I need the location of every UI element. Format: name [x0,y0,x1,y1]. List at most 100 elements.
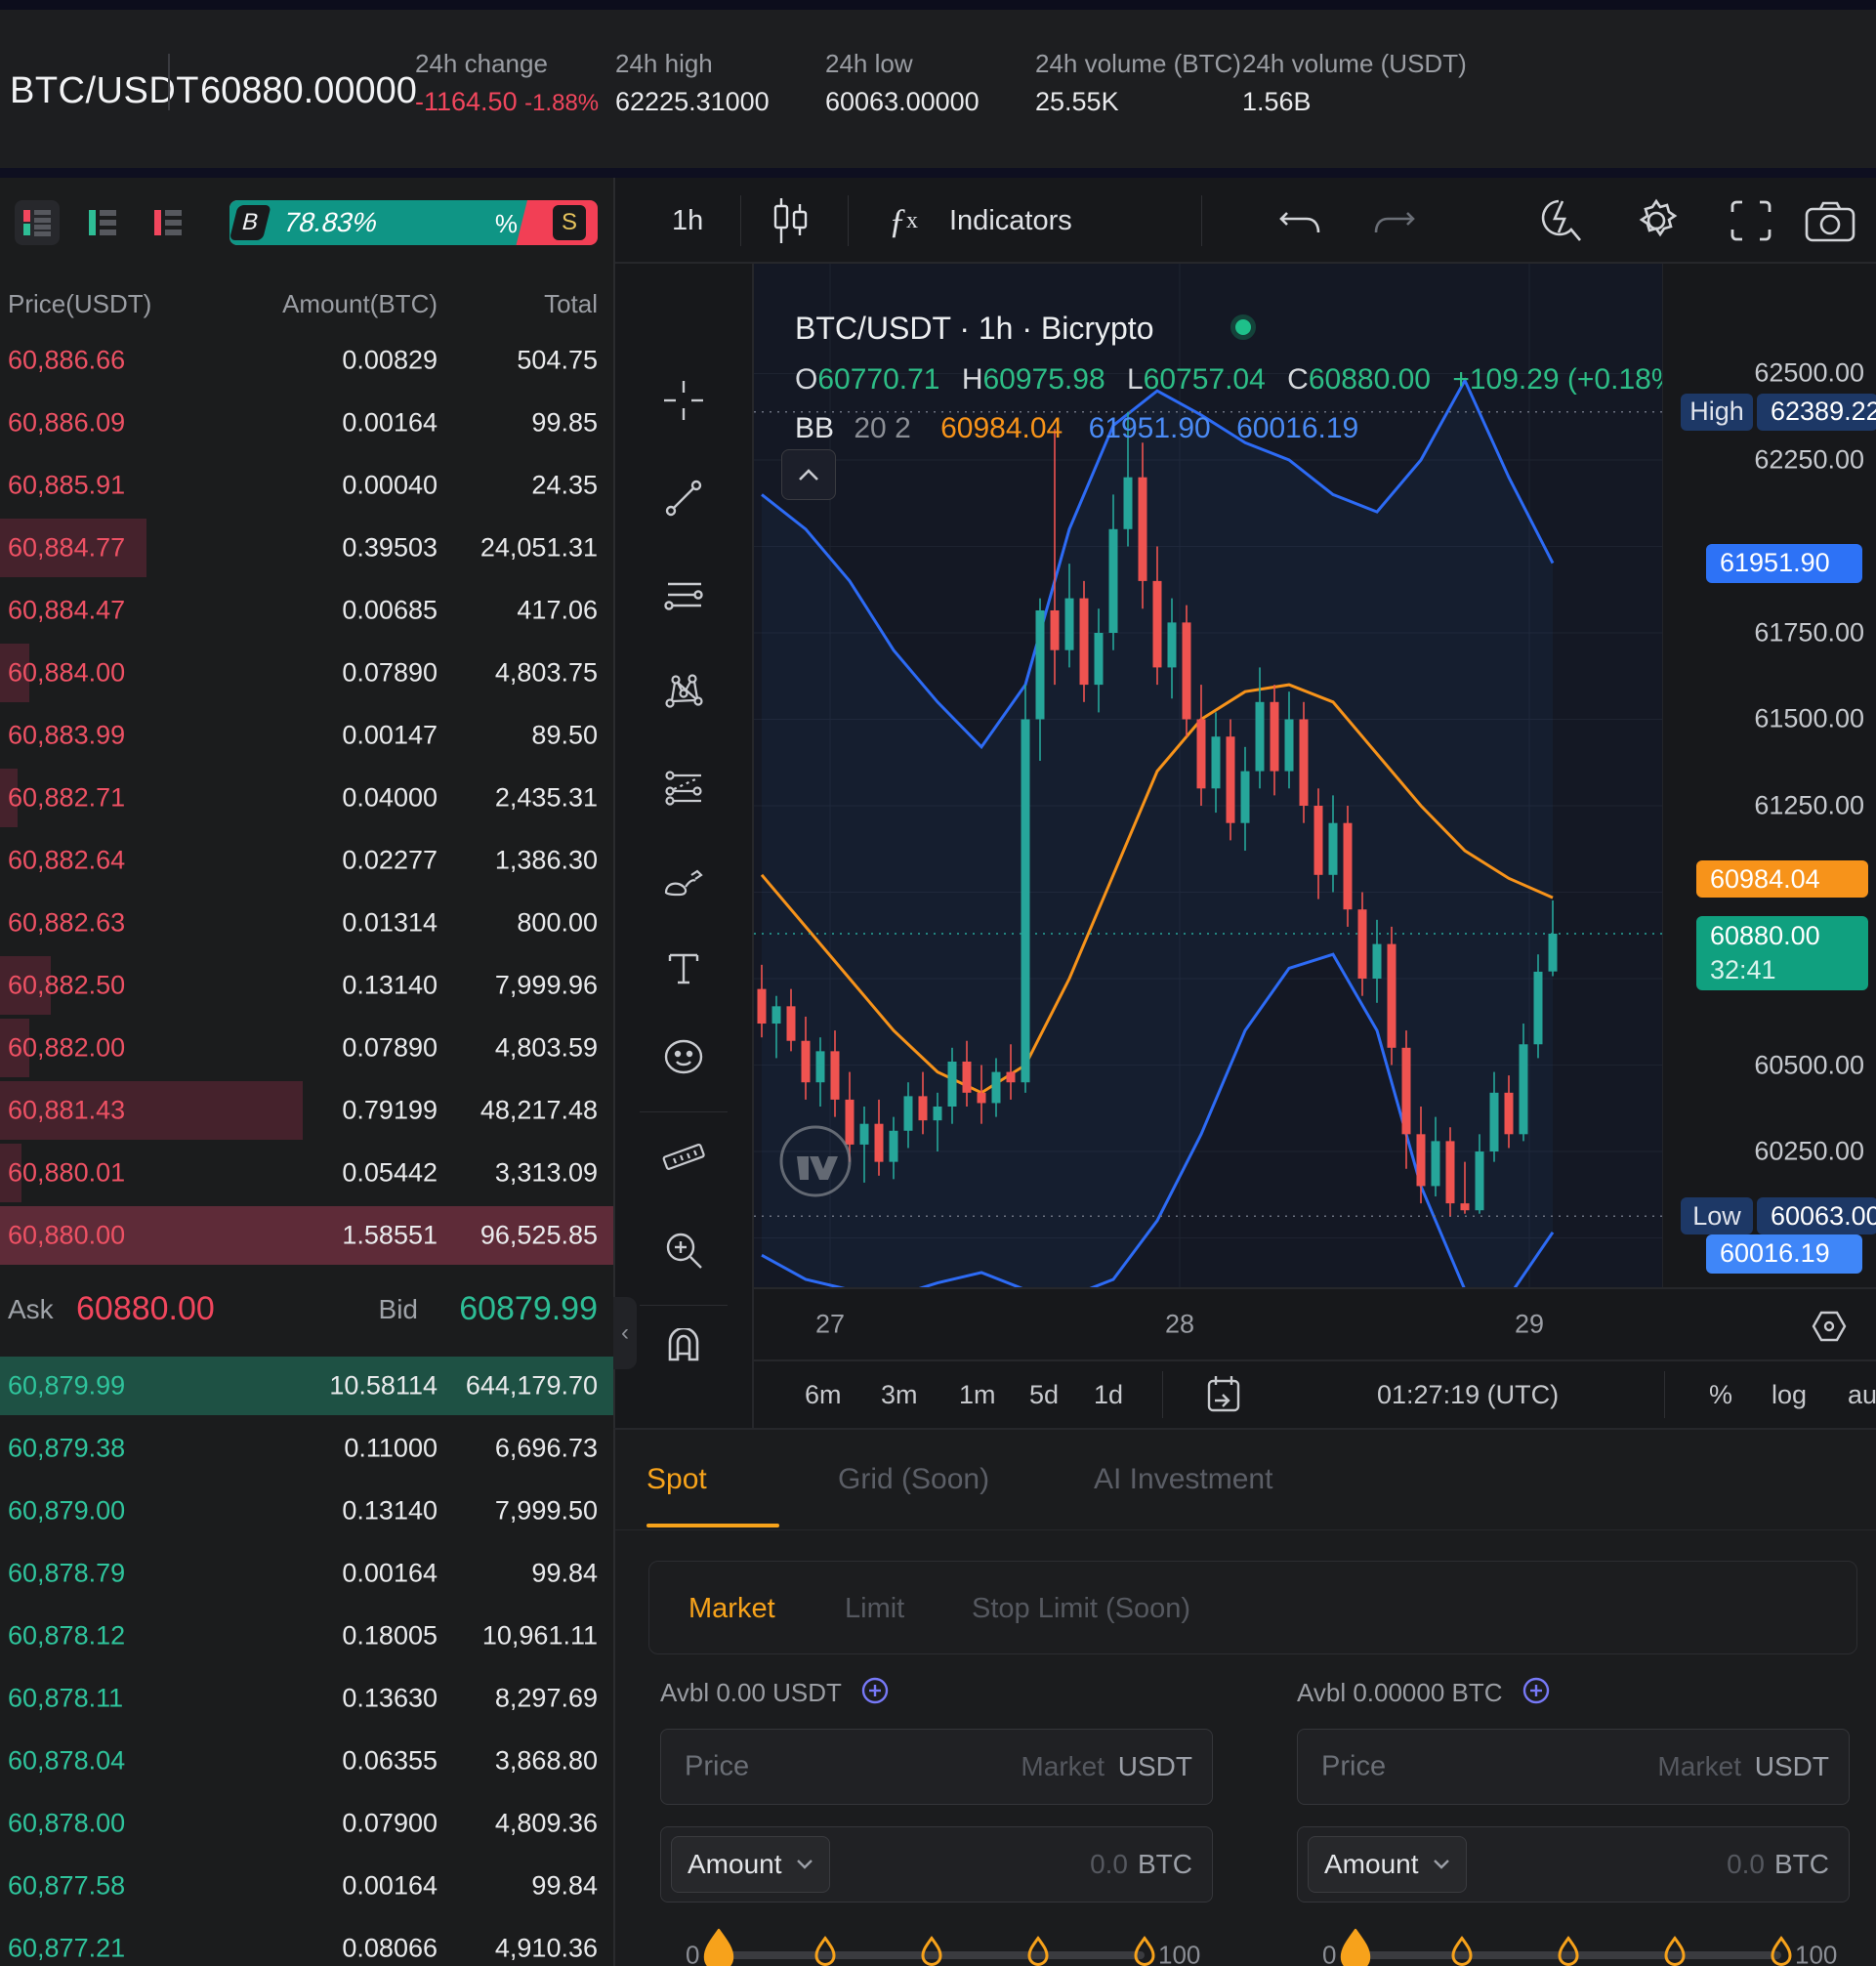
orderbook-bid-row[interactable]: 60,879.380.110006,696.73 [0,1417,613,1480]
orderbook-bid-row[interactable]: 60,877.210.080664,910.36 [0,1917,613,1966]
orderbook-ask-row[interactable]: 60,880.001.5855196,525.85 [0,1204,613,1267]
orderbook-ask-row[interactable]: 60,884.770.3950324,051.31 [0,517,613,579]
indicators-button[interactable]: Indicators [949,178,1072,264]
range-1d[interactable]: 1d [1094,1361,1123,1428]
slider-step-marker[interactable] [813,1937,838,1966]
chart-pane[interactable]: BTC/USDT · 1h · Bicrypto O60770.71 H6097… [754,264,1662,1287]
orderbook-bid-row[interactable]: 60,878.110.136308,297.69 [0,1667,613,1730]
xabcd-pattern-icon[interactable] [662,670,705,713]
collapse-panel-handle[interactable]: ‹ [613,1297,637,1369]
buy-price-field[interactable]: Price Market USDT [660,1729,1213,1805]
text-tool-icon[interactable] [662,947,705,990]
crosshair-icon[interactable] [662,379,705,422]
camera-icon[interactable] [1803,178,1857,264]
log-scale-button[interactable]: log [1772,1361,1807,1428]
slider-step-marker[interactable] [1025,1937,1051,1966]
orderbook-ask-row[interactable]: 60,886.090.0016499.85 [0,392,613,454]
quick-search-icon[interactable] [1535,178,1586,264]
cell-price: 60,878.00 [8,1809,125,1839]
orderbook-view-asks-icon[interactable] [146,200,190,245]
zoom-in-icon[interactable] [662,1229,705,1272]
fullscreen-icon[interactable] [1727,178,1775,264]
orderbook-bid-row[interactable]: 60,878.790.0016499.84 [0,1542,613,1605]
price-axis[interactable]: 62500.0062250.0061750.0061500.0061250.00… [1662,264,1876,1287]
orderbook-ask-row[interactable]: 60,882.000.078904,803.59 [0,1017,613,1079]
orderbook-ask-row[interactable]: 60,882.500.131407,999.96 [0,954,613,1017]
time-axis[interactable]: 272829 [754,1287,1876,1359]
buy-amount-field[interactable]: Amount 0.0 BTC [660,1826,1213,1903]
go-to-date-icon[interactable] [1203,1361,1244,1428]
chart-legend-title[interactable]: BTC/USDT · 1h · Bicrypto [795,311,1153,347]
redo-icon[interactable] [1372,178,1415,264]
orderbook-bid-row[interactable]: 60,878.000.079004,809.36 [0,1792,613,1855]
slider-step-marker[interactable] [1132,1937,1157,1966]
sell-amount-dropdown[interactable]: Amount [1308,1836,1467,1893]
orderbook-view-both-icon[interactable] [15,200,60,245]
ruler-icon[interactable] [662,1135,705,1178]
orderbook-bid-row[interactable]: 60,878.120.1800510,961.11 [0,1605,613,1667]
orderbook-bid-row[interactable]: 60,877.580.0016499.84 [0,1855,613,1917]
slider-step-marker[interactable] [919,1937,944,1966]
deposit-icon[interactable] [1522,1676,1551,1705]
orderbook-ask-row[interactable]: 60,880.010.054423,313.09 [0,1142,613,1204]
range-3m[interactable]: 3m [881,1361,918,1428]
orderbook-ask-row[interactable]: 60,884.000.078904,803.75 [0,642,613,704]
orderbook-ask-row[interactable]: 60,884.470.00685417.06 [0,579,613,642]
mode-market[interactable]: Market [688,1562,775,1655]
orderbook-bid-row[interactable]: 60,878.040.063553,868.80 [0,1730,613,1792]
trend-line-icon[interactable] [662,477,705,520]
mode-stop-limit[interactable]: Stop Limit (Soon) [972,1562,1190,1655]
candle-style-icon[interactable] [770,178,811,264]
orderbook-ask-row[interactable]: 60,882.710.040002,435.31 [0,767,613,829]
settings-gear-icon[interactable] [1631,178,1682,264]
orderbook-ask-row[interactable]: 60,883.990.0014789.50 [0,704,613,767]
drawing-toolbar [615,264,754,1428]
emoji-icon[interactable] [662,1035,705,1078]
order-book-panel: B 78.83% % S Price(USDT) Amount(BTC) Tot… [0,178,613,1966]
bb-legend[interactable]: BB 20 2 60984.04 61951.90 60016.19 [795,412,1358,445]
col-total: Total [544,289,598,319]
orderbook-ask-row[interactable]: 60,885.910.0004024.35 [0,454,613,517]
slider-thumb[interactable] [700,1929,737,1966]
sell-price-field[interactable]: Price Market USDT [1297,1729,1850,1805]
pair-title[interactable]: BTC/USDT [10,70,199,112]
deposit-icon[interactable] [860,1676,890,1705]
slider-step-marker[interactable] [1662,1937,1688,1966]
orderbook-ask-row[interactable]: 60,881.430.7919948,217.48 [0,1079,613,1142]
ask-label: Ask [8,1294,54,1325]
cell-price: 60,879.99 [8,1371,125,1401]
range-5d[interactable]: 5d [1029,1361,1059,1428]
orderbook-ask-row[interactable]: 60,882.640.022771,386.30 [0,829,613,892]
buy-sell-ratio-bar: B 78.83% % S [229,200,598,245]
clock-utc[interactable]: 01:27:19 (UTC) [1377,1361,1559,1428]
sell-amount-field[interactable]: Amount 0.0 BTC [1297,1826,1850,1903]
buy-amount-dropdown[interactable]: Amount [671,1836,830,1893]
percent-scale-button[interactable]: % [1709,1361,1732,1428]
slider-step-marker[interactable] [1769,1937,1794,1966]
legend-collapse-button[interactable] [781,449,836,500]
undo-icon[interactable] [1279,178,1322,264]
magnet-icon[interactable] [662,1328,705,1371]
fx-icon[interactable]: ƒx [889,178,918,264]
range-1m[interactable]: 1m [959,1361,996,1428]
auto-scale-button[interactable]: auto [1848,1361,1876,1428]
projection-icon[interactable] [662,764,705,807]
horizontal-lines-icon[interactable] [662,574,705,617]
slider-step-marker[interactable] [1556,1937,1581,1966]
orderbook-ask-row[interactable]: 60,886.660.00829504.75 [0,329,613,392]
tab-spot[interactable]: Spot [646,1457,707,1502]
orderbook-bid-row[interactable]: 60,879.000.131407,999.50 [0,1480,613,1542]
orderbook-ask-row[interactable]: 60,882.630.01314800.00 [0,892,613,954]
axis-settings-icon[interactable] [1810,1307,1849,1346]
tab-grid[interactable]: Grid (Soon) [838,1457,989,1502]
interval-button[interactable]: 1h [672,178,703,264]
slider-thumb[interactable] [1337,1929,1374,1966]
orderbook-bid-row[interactable]: 60,879.9910.58114644,179.70 [0,1355,613,1417]
orderbook-view-bids-icon[interactable] [80,200,125,245]
range-6m[interactable]: 6m [805,1361,842,1428]
mode-limit[interactable]: Limit [845,1562,904,1655]
tab-ai-investment[interactable]: AI Investment [1094,1457,1272,1502]
tradingview-logo[interactable] [777,1123,854,1204]
brush-icon[interactable] [662,858,705,900]
slider-step-marker[interactable] [1449,1937,1475,1966]
